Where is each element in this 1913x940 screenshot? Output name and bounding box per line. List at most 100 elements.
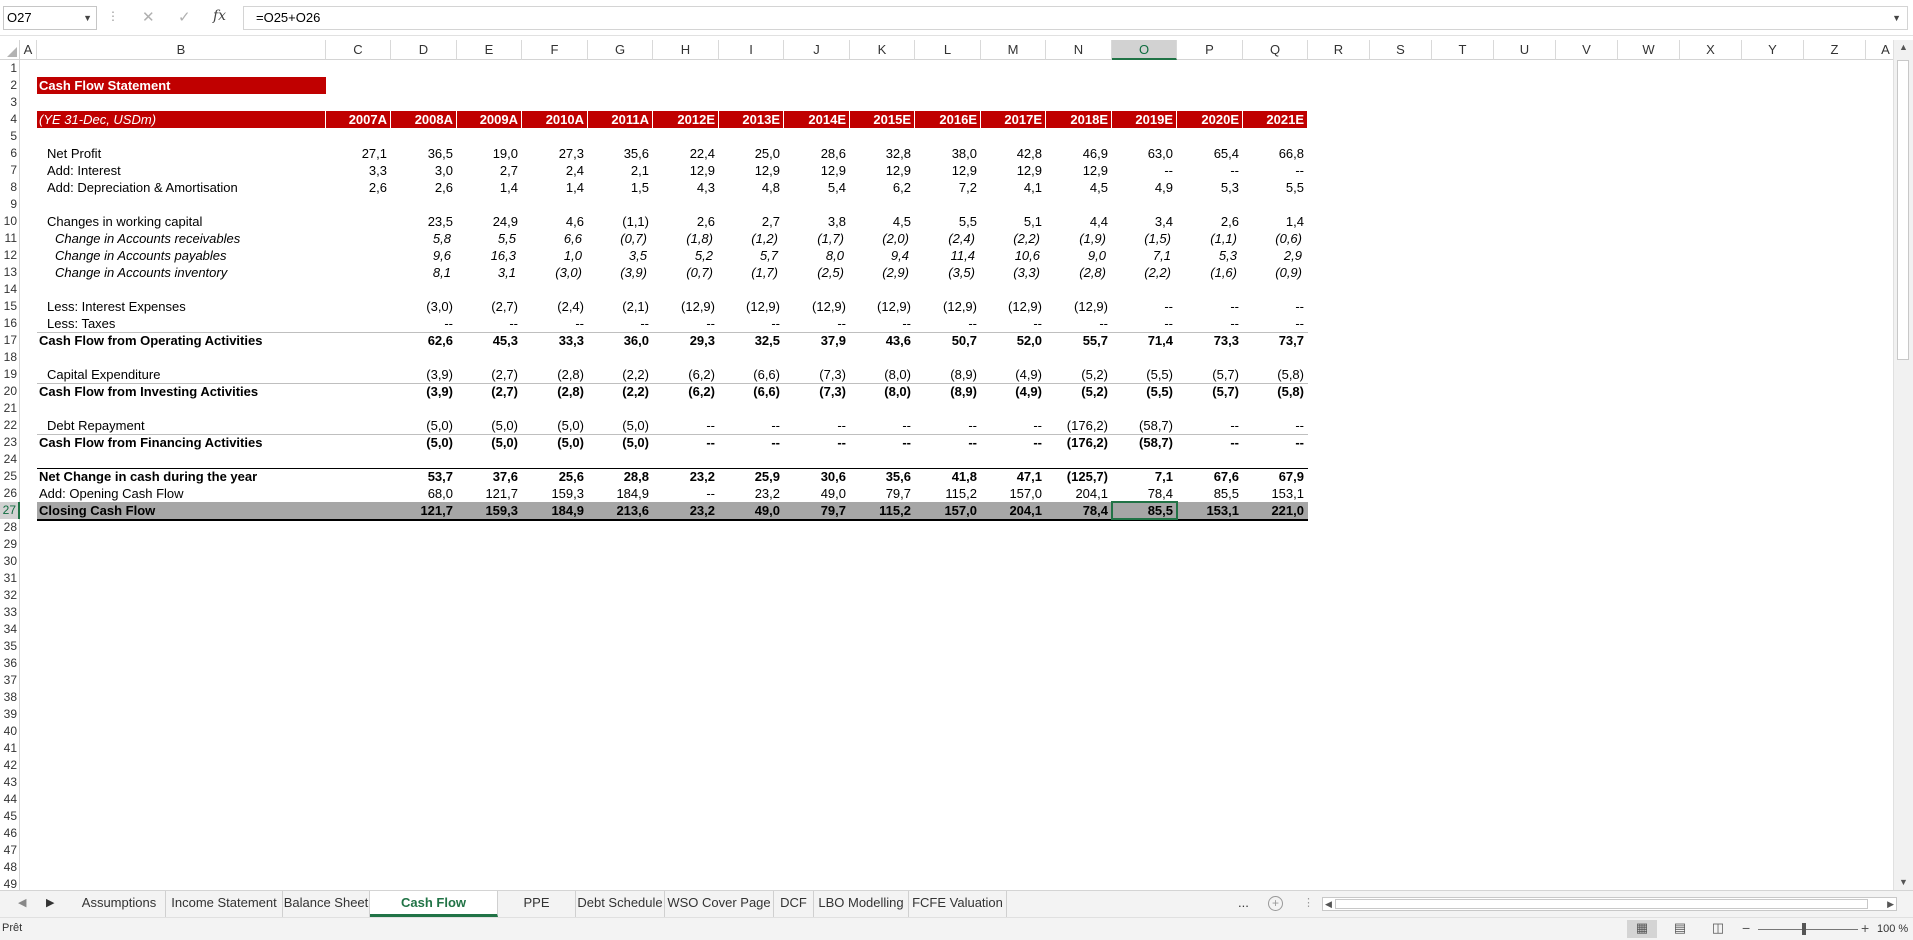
row-header[interactable]: 31 [0, 570, 20, 587]
value-cell[interactable]: 5,5 [1243, 179, 1308, 196]
value-cell[interactable]: 38,0 [915, 145, 981, 162]
value-cell[interactable]: (2,7) [457, 298, 522, 315]
row-header[interactable]: 24 [0, 451, 20, 468]
column-header[interactable]: X [1680, 40, 1742, 60]
value-cell[interactable]: 1,5 [588, 179, 653, 196]
value-cell[interactable]: -- [719, 434, 784, 451]
value-cell[interactable]: 12,9 [981, 162, 1046, 179]
value-cell[interactable]: 37,6 [457, 468, 522, 485]
value-cell[interactable]: (2,2) [1112, 264, 1177, 281]
value-cell[interactable]: 65,4 [1177, 145, 1243, 162]
value-cell[interactable]: (5,0) [522, 434, 588, 451]
expand-formula-icon[interactable]: ▼ [1892, 7, 1901, 29]
value-cell[interactable]: (58,7) [1112, 417, 1177, 434]
column-header[interactable]: L [915, 40, 981, 60]
value-cell[interactable]: 12,9 [1046, 162, 1112, 179]
scroll-right-icon[interactable]: ▶ [1887, 899, 1894, 910]
value-cell[interactable]: (2,4) [915, 230, 981, 247]
row-label[interactable]: Capital Expenditure [37, 366, 326, 383]
row-header[interactable]: 44 [0, 791, 20, 808]
value-cell[interactable]: 29,3 [653, 332, 719, 349]
column-header[interactable]: P [1177, 40, 1243, 60]
value-cell[interactable]: 4,1 [981, 179, 1046, 196]
value-cell[interactable]: 68,0 [391, 485, 457, 502]
value-cell[interactable]: 184,9 [588, 485, 653, 502]
value-cell[interactable]: -- [391, 315, 457, 332]
value-cell[interactable]: 3,8 [784, 213, 850, 230]
value-cell[interactable]: 22,4 [653, 145, 719, 162]
year-header[interactable]: 2016E [915, 111, 981, 128]
insert-function-icon[interactable]: fx [213, 8, 226, 24]
value-cell[interactable]: 46,9 [1046, 145, 1112, 162]
value-cell[interactable]: (5,0) [457, 417, 522, 434]
value-cell[interactable]: 66,8 [1243, 145, 1308, 162]
row-header[interactable]: 27 [0, 502, 20, 519]
horizontal-scrollbar[interactable]: ◀ ▶ [1322, 897, 1897, 911]
value-cell[interactable]: 49,0 [719, 502, 784, 519]
more-options-icon[interactable]: ⋮ [1303, 896, 1314, 909]
value-cell[interactable]: 5,3 [1177, 247, 1243, 264]
value-cell[interactable]: (1,2) [719, 230, 784, 247]
value-cell[interactable]: (3,0) [522, 264, 588, 281]
value-cell[interactable]: (2,2) [588, 366, 653, 383]
value-cell[interactable]: 3,5 [588, 247, 653, 264]
value-cell[interactable]: -- [653, 485, 719, 502]
row-label[interactable]: Debt Repayment [37, 417, 326, 434]
value-cell[interactable]: 7,1 [1112, 468, 1177, 485]
row-header[interactable]: 1 [0, 60, 20, 77]
page-layout-view-icon[interactable]: ▤ [1665, 920, 1695, 938]
value-cell[interactable] [326, 434, 391, 451]
value-cell[interactable] [326, 298, 391, 315]
value-cell[interactable] [326, 485, 391, 502]
value-cell[interactable]: -- [1243, 315, 1308, 332]
value-cell[interactable] [326, 230, 391, 247]
value-cell[interactable]: 9,4 [850, 247, 915, 264]
value-cell[interactable]: (12,9) [653, 298, 719, 315]
value-cell[interactable]: 42,8 [981, 145, 1046, 162]
value-cell[interactable]: 8,0 [784, 247, 850, 264]
value-cell[interactable]: 115,2 [850, 502, 915, 519]
value-cell[interactable]: 67,6 [1177, 468, 1243, 485]
value-cell[interactable]: 2,6 [1177, 213, 1243, 230]
more-sheets-button[interactable]: ... [1238, 891, 1249, 917]
value-cell[interactable]: (5,8) [1243, 383, 1308, 400]
value-cell[interactable]: 1,4 [457, 179, 522, 196]
year-header[interactable]: 2021E [1243, 111, 1308, 128]
year-header[interactable]: 2019E [1112, 111, 1177, 128]
value-cell[interactable]: (8,9) [915, 383, 981, 400]
value-cell[interactable]: 4,4 [1046, 213, 1112, 230]
value-cell[interactable]: 5,5 [457, 230, 522, 247]
scroll-up-icon[interactable]: ▲ [1899, 42, 1908, 52]
sheet-tab[interactable]: PPE Schedule [498, 891, 576, 934]
value-cell[interactable]: (5,0) [391, 417, 457, 434]
column-header[interactable]: J [784, 40, 850, 60]
chevron-down-icon[interactable]: ▼ [83, 7, 92, 29]
value-cell[interactable]: 9,0 [1046, 247, 1112, 264]
row-label[interactable]: Change in Accounts receivables [37, 230, 326, 247]
value-cell[interactable]: (2,2) [981, 230, 1046, 247]
value-cell[interactable]: 53,7 [391, 468, 457, 485]
value-cell[interactable]: 27,3 [522, 145, 588, 162]
value-cell[interactable]: 115,2 [915, 485, 981, 502]
value-cell[interactable]: 3,3 [326, 162, 391, 179]
value-cell[interactable]: 12,9 [915, 162, 981, 179]
value-cell[interactable]: 30,6 [784, 468, 850, 485]
row-header[interactable]: 10 [0, 213, 20, 230]
value-cell[interactable]: (1,1) [588, 213, 653, 230]
value-cell[interactable]: (1,7) [719, 264, 784, 281]
column-header[interactable]: K [850, 40, 915, 60]
row-header[interactable]: 3 [0, 94, 20, 111]
value-cell[interactable]: -- [784, 434, 850, 451]
value-cell[interactable]: 19,0 [457, 145, 522, 162]
column-header[interactable]: R [1308, 40, 1370, 60]
row-header[interactable]: 21 [0, 400, 20, 417]
page-break-view-icon[interactable]: ◫ [1703, 920, 1733, 938]
value-cell[interactable]: (2,8) [522, 383, 588, 400]
row-header[interactable]: 2 [0, 77, 20, 94]
value-cell[interactable]: 221,0 [1243, 502, 1308, 519]
value-cell[interactable]: 5,8 [391, 230, 457, 247]
value-cell[interactable] [326, 366, 391, 383]
row-header[interactable]: 33 [0, 604, 20, 621]
scroll-left-icon[interactable]: ◀ [1325, 899, 1332, 910]
year-header[interactable]: 2009A [457, 111, 522, 128]
